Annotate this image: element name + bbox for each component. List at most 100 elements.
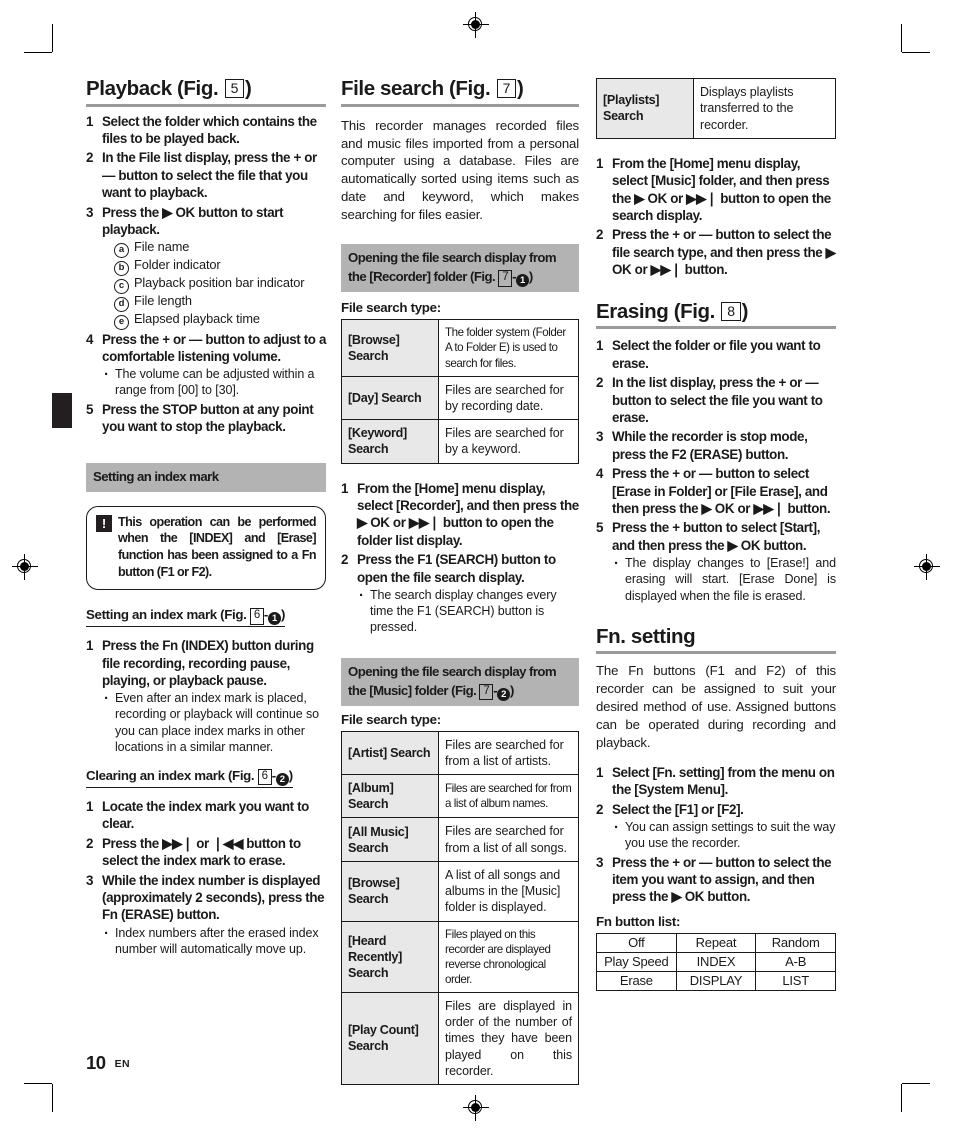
page-language: EN (114, 1058, 130, 1070)
fn-setting-step-1: 1 Select [Fn. setting] from the menu on … (596, 764, 836, 799)
registration-mark-bottom (463, 1095, 489, 1121)
music-search-type-table: [Artist] Search Files are searched for f… (341, 730, 579, 1086)
step-text: Press the ▶▶❘ or ❘◀◀ button to select th… (102, 835, 301, 869)
callout-label: Playback position bar indicator (134, 274, 305, 290)
playback-steps: 1 Select the folder which contains the f… (86, 113, 326, 436)
clearing-index-step-3: 3 While the index number is displayed (a… (86, 872, 326, 958)
playback-step-1: 1 Select the folder which contains the f… (86, 113, 326, 148)
playback-callout-list: a File name b Folder indicator c Playbac… (102, 239, 326, 330)
step-number: 4 (86, 331, 94, 347)
fn-option: Play Speed (596, 951, 677, 972)
table-row: Off Repeat Random (596, 932, 836, 953)
fn-button-list-table: Off Repeat Random Play Speed INDEX A-B E… (596, 932, 836, 991)
step-number: 1 (596, 765, 604, 780)
setting-index-steps: 1 Press the Fn (INDEX) button during fil… (86, 637, 326, 755)
volume-note-list: The volume can be adjusted within a rang… (102, 365, 326, 398)
search-type-key: [Play Count] Search (341, 991, 439, 1086)
step-text: Press the Fn (INDEX) button during file … (102, 638, 314, 688)
search-type-value: Files are searched for by recording date… (438, 375, 579, 421)
clearing-index-mark-heading: Clearing an index mark (Fig. 6-2) (86, 767, 293, 788)
search-type-key: [All Music] Search (341, 817, 439, 862)
step-number: 4 (596, 466, 604, 482)
table-row: [Heard Recently] Search Files played on … (341, 920, 579, 993)
step-number: 3 (596, 854, 604, 870)
recorder-search-steps: 1 From the [Home] menu display, select [… (341, 480, 579, 636)
erasing-section-title: Erasing (Fig. 8) (596, 300, 836, 330)
step-number: 2 (86, 150, 94, 166)
step-number: 1 (86, 638, 94, 654)
callout-item-e: e Elapsed playback time (114, 310, 326, 330)
step-text: Press the STOP button at any point you w… (102, 401, 314, 435)
playback-step-5: 5 Press the STOP button at any point you… (86, 401, 326, 436)
fn-option: INDEX (675, 951, 757, 972)
erasing-note-list: The display changes to [Erase!] and eras… (612, 554, 836, 603)
table-row: Play Speed INDEX A-B (596, 951, 836, 972)
step-number: 3 (86, 872, 94, 888)
search-type-key: [Browse] Search (341, 860, 439, 922)
fn-setting-steps: 1 Select [Fn. setting] from the menu on … (596, 764, 836, 906)
playback-step-4: 4 Press the + or — button to adjust to a… (86, 331, 326, 399)
circle-number-2: 2 (275, 772, 289, 786)
search-type-key: [Keyword] Search (341, 419, 439, 464)
search-type-value: Files are searched for from a list of ar… (438, 730, 579, 776)
erasing-step-5: 5 Press the + button to select [Start], … (596, 519, 836, 603)
step-number: 3 (86, 204, 94, 220)
table-row: [Keyword] Search Files are searched for … (341, 419, 579, 464)
step-number: 2 (341, 552, 349, 568)
circle-letter-d: d (114, 296, 129, 312)
playback-step-3: 3 Press the ▶ OK button to start playbac… (86, 204, 326, 330)
circle-number-2: 2 (497, 687, 511, 701)
table-row: [Browse] Search The folder system (Folde… (341, 319, 579, 377)
file-search-intro: This recorder manages recorded files and… (341, 117, 579, 223)
circle-letter-b: b (114, 260, 129, 276)
step-number: 1 (596, 155, 604, 171)
search-type-key: [Day] Search (341, 375, 439, 421)
index-mark-note-box: ! This operation can be performed when t… (86, 505, 326, 591)
music-search-table-label: File search type: (341, 711, 441, 727)
file-search-section-title: File search (Fig. 7) (341, 77, 579, 107)
column-right: [Playlists] Search Displays playlists tr… (596, 78, 836, 991)
search-type-value: Files are searched for from a list of al… (438, 774, 579, 819)
playback-step-2: 2 In the File list display, press the + … (86, 149, 326, 201)
playlists-search-table: [Playlists] Search Displays playlists tr… (596, 78, 836, 139)
table-row: Erase DISPLAY LIST (596, 970, 836, 991)
recorder-search-type-table: [Browse] Search The folder system (Folde… (341, 319, 579, 464)
erasing-step-3: 3 While the recorder is stop mode, press… (596, 428, 836, 463)
search-type-key: [Playlists] Search (596, 78, 694, 139)
figure-ref-6: 6 (249, 608, 264, 625)
clearing-index-step-2: 2 Press the ▶▶❘ or ❘◀◀ button to select … (86, 835, 326, 870)
crop-mark-bottom-right-h (902, 1083, 930, 1085)
step-text: Press the ▶ OK button to start playback. (102, 204, 284, 238)
circle-number-1: 1 (267, 612, 281, 626)
clearing-index-step-1: 1 Locate the index mark you want to clea… (86, 798, 326, 833)
crop-mark-top-right-v (901, 24, 903, 52)
callout-item-d: d File length (114, 293, 326, 312)
search-type-value: A list of all songs and albums in the [M… (438, 860, 579, 922)
step-number: 1 (341, 480, 349, 496)
registration-mark-right (914, 554, 940, 580)
step-text: Select the folder which contains the fil… (102, 113, 317, 146)
column-left: Playback (Fig. 5) 1 Select the folder wh… (86, 77, 326, 959)
fn-setting-step-3: 3 Press the + or — button to select the … (596, 854, 836, 906)
erasing-step-2: 2 In the list display, press the + or — … (596, 374, 836, 426)
circle-letter-a: a (114, 242, 129, 258)
step-text: Press the F1 (SEARCH) button to open the… (357, 552, 556, 585)
column-middle: File search (Fig. 7) This recorder manag… (341, 77, 579, 1086)
crop-mark-bottom-left-v (52, 1084, 54, 1112)
circle-letter-e: e (114, 314, 129, 330)
page-number: 10 (86, 1052, 106, 1073)
step-number: 1 (86, 798, 94, 814)
callout-item-a: a File name (114, 239, 326, 258)
crop-mark-bottom-left-h (24, 1083, 52, 1085)
erasing-step-4: 4 Press the + or — button to select [Era… (596, 465, 836, 517)
music-search-step-1: 1 From the [Home] menu display, select [… (596, 155, 836, 225)
fn-button-list-label: Fn button list: (596, 913, 681, 929)
callout-label: Elapsed playback time (134, 310, 260, 326)
fn-option: Off (596, 932, 677, 953)
figure-ref-7: 7 (496, 79, 516, 98)
music-search-gray-heading: Opening the file search display from the… (341, 657, 579, 706)
step-text: From the [Home] menu display, select [Re… (357, 480, 579, 548)
music-search-step-2: 2 Press the + or — button to select the … (596, 226, 836, 278)
music-search-steps: 1 From the [Home] menu display, select [… (596, 155, 836, 279)
step-text: From the [Home] menu display, select [Mu… (612, 155, 831, 224)
